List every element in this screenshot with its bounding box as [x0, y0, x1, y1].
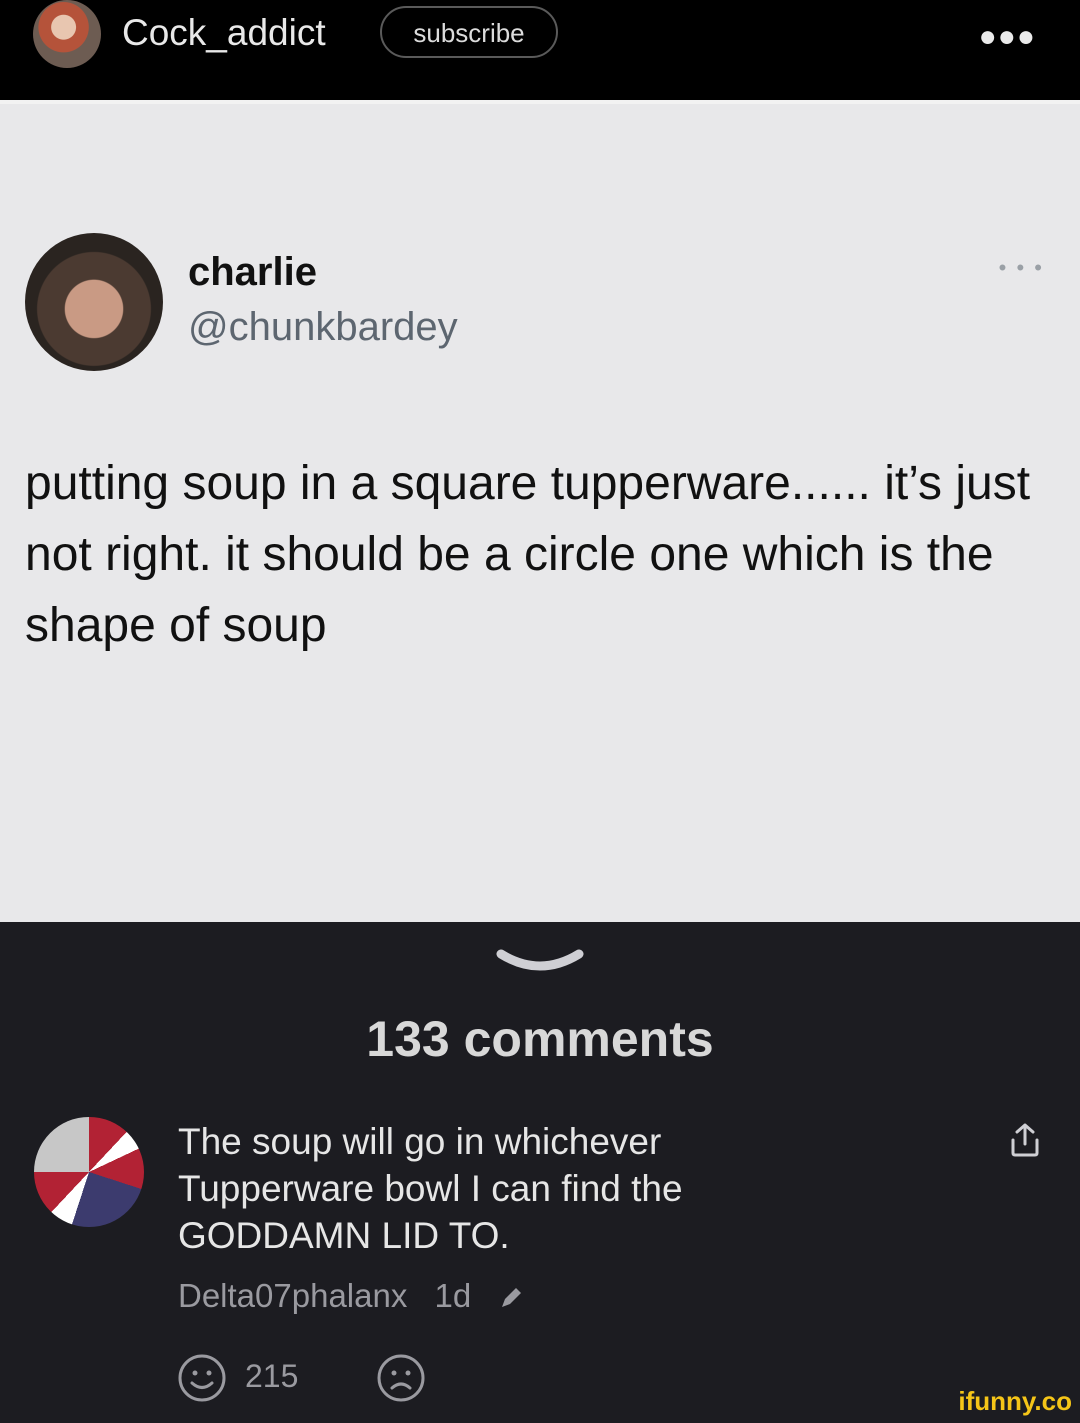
- frown-icon[interactable]: [376, 1353, 426, 1403]
- tweet-avatar: [25, 233, 163, 371]
- share-icon[interactable]: [1008, 1122, 1042, 1158]
- comment-age: 1d: [434, 1277, 472, 1314]
- commenter-avatar[interactable]: [34, 1117, 144, 1227]
- chevron-down-icon[interactable]: [495, 948, 585, 974]
- more-icon[interactable]: ●●●: [979, 20, 1036, 54]
- author-username[interactable]: Cock_addict: [122, 10, 326, 56]
- comment-meta: Delta07phalanx 1d: [178, 1277, 524, 1315]
- watermark-logo: ifunny.co: [958, 1386, 1072, 1416]
- smile-icon[interactable]: [177, 1353, 227, 1403]
- divider: [0, 100, 1080, 104]
- like-count: 215: [245, 1358, 299, 1394]
- tweet-more-icon: • • •: [998, 255, 1044, 280]
- comment-text: The soup will go in whichever Tupperware…: [178, 1121, 683, 1256]
- top-bar: Cock_addict subscribe ●●●: [0, 0, 1080, 100]
- author-avatar[interactable]: [33, 0, 101, 68]
- comments-count-title: 133 comments: [366, 1011, 714, 1067]
- pencil-icon: [502, 1288, 522, 1308]
- subscribe-button[interactable]: subscribe: [380, 6, 558, 58]
- tweet-name: charlie: [188, 250, 317, 294]
- comment-author[interactable]: Delta07phalanx: [178, 1277, 407, 1314]
- tweet-text: putting soup in a square tupperware.....…: [25, 457, 1031, 652]
- tweet-handle: @chunkbardey: [188, 305, 458, 349]
